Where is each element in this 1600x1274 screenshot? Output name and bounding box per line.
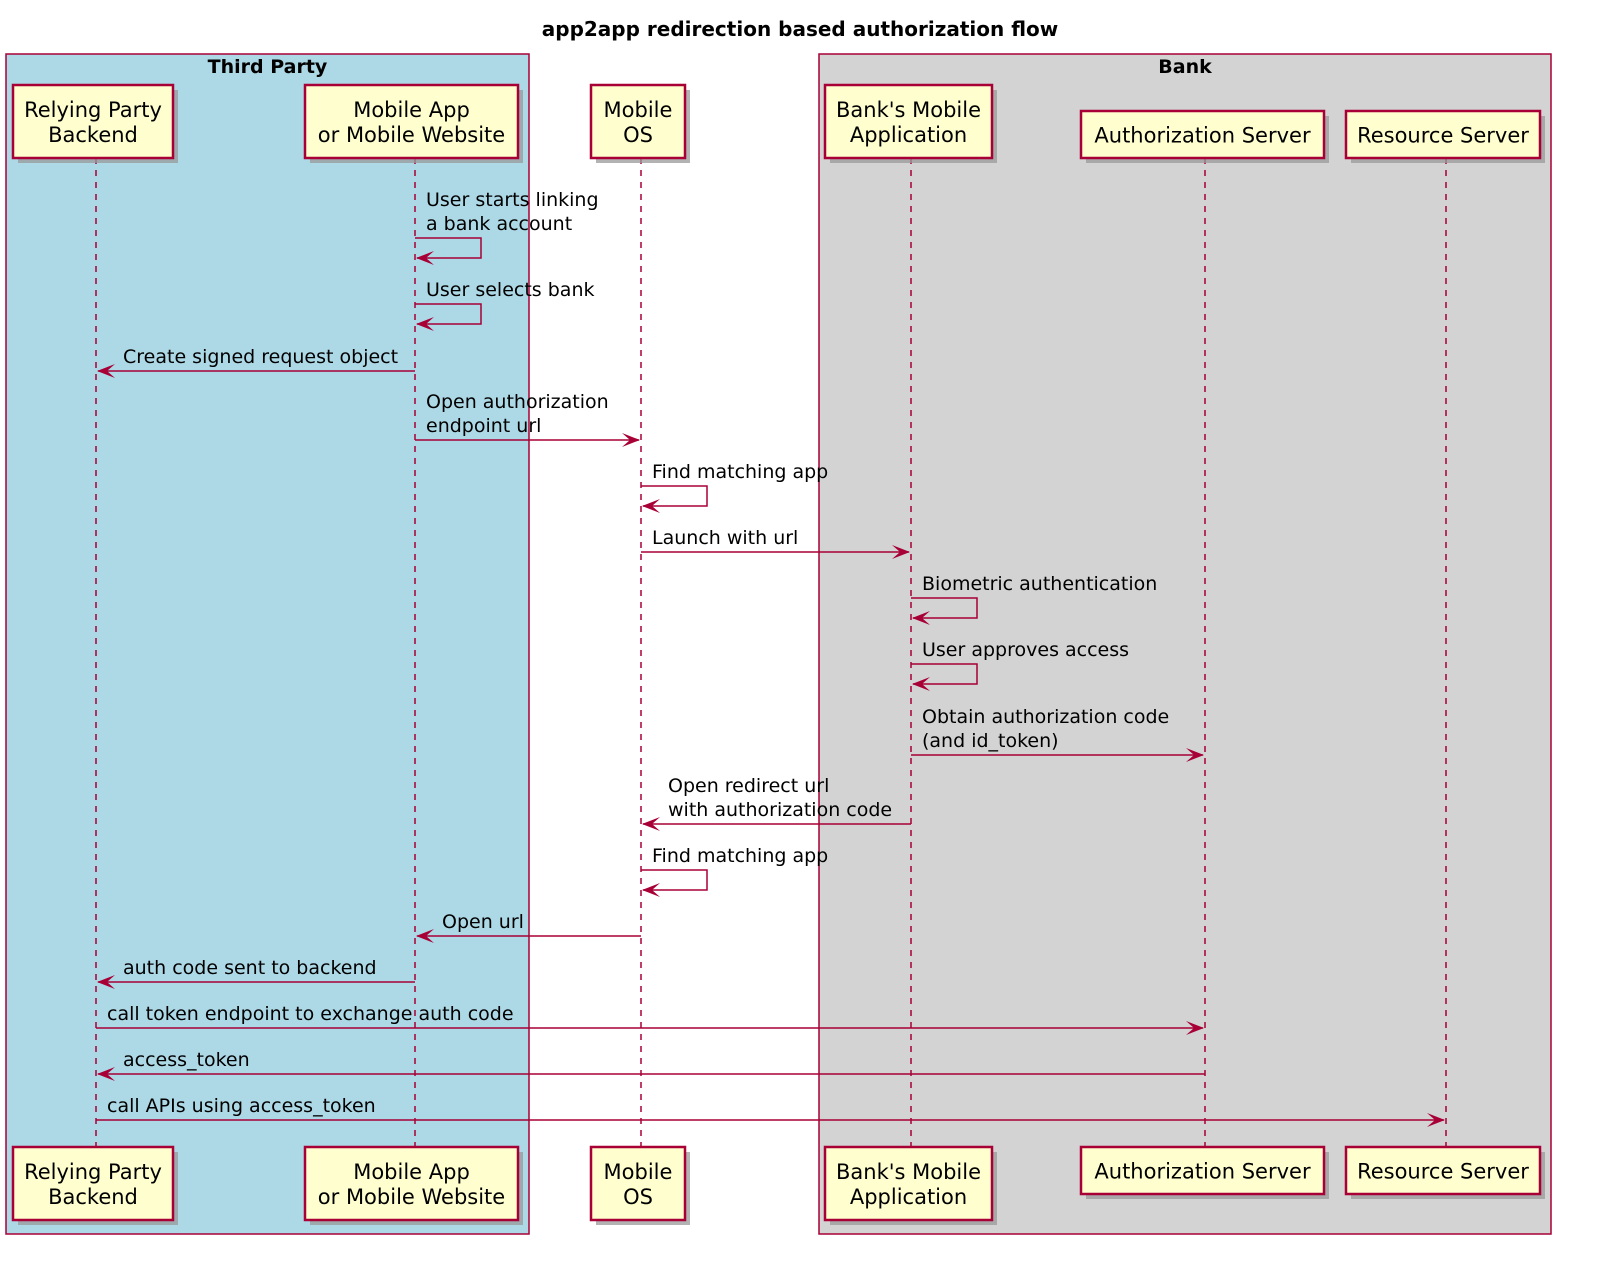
message-label: Obtain authorization code [922, 706, 1169, 728]
participant-label: Authorization Server [1094, 124, 1311, 148]
participant-label: Mobile App [353, 98, 470, 122]
participant-label: Backend [48, 123, 138, 147]
participant-label: Application [850, 1185, 967, 1209]
participant-label: Bank's Mobile [836, 98, 981, 122]
participant-auth-server-bottom: Authorization Server [1079, 1145, 1329, 1199]
message-label: User selects bank [426, 279, 595, 301]
participant-mobile-os-bottom: MobileOS [589, 1145, 690, 1225]
message-label: call token endpoint to exchange auth cod… [107, 1003, 514, 1025]
group-title: Bank [1158, 56, 1212, 78]
message-label: Find matching app [652, 845, 828, 867]
message-label: Create signed request object [123, 346, 398, 368]
message-label: a bank account [426, 213, 572, 235]
participant-label: or Mobile Website [318, 1185, 505, 1209]
message-label: Launch with url [652, 527, 798, 549]
message-label: Open authorization [426, 391, 609, 413]
diagram-title: app2app redirection based authorization … [542, 17, 1058, 41]
message-label: User starts linking [426, 189, 599, 211]
participant-bank-app-top: Bank's MobileApplication [823, 83, 997, 163]
participant-mobile-app-top: Mobile Appor Mobile Website [303, 83, 523, 163]
message-label: with authorization code [668, 799, 892, 821]
participant-resource-server-bottom: Resource Server [1344, 1145, 1545, 1199]
participant-bank-app-bottom: Bank's MobileApplication [823, 1145, 997, 1225]
participant-label: Bank's Mobile [836, 1160, 981, 1184]
participant-label: Mobile App [353, 1160, 470, 1184]
message-label: access_token [123, 1049, 250, 1071]
message-label: Biometric authentication [922, 573, 1157, 595]
participant-label: OS [623, 123, 653, 147]
participant-rp-backend-top: Relying PartyBackend [11, 83, 178, 163]
participant-label: Relying Party [24, 1160, 162, 1184]
message-label: endpoint url [426, 415, 541, 437]
message-label: call APIs using access_token [107, 1095, 376, 1117]
message: Find matching app [641, 461, 828, 513]
participant-label: Mobile [604, 1160, 673, 1184]
participant-label: OS [623, 1185, 653, 1209]
participant-label: Resource Server [1357, 1160, 1529, 1184]
participant-resource-server-top: Resource Server [1344, 109, 1545, 163]
participant-mobile-app-bottom: Mobile Appor Mobile Website [303, 1145, 523, 1225]
group-title: Third Party [208, 56, 328, 78]
participant-label: Mobile [604, 98, 673, 122]
message-label: Open url [442, 911, 524, 933]
participant-label: Relying Party [24, 98, 162, 122]
participant-label: or Mobile Website [318, 123, 505, 147]
message-label: User approves access [922, 639, 1129, 661]
participant-rp-backend-bottom: Relying PartyBackend [11, 1145, 178, 1225]
participant-label: Authorization Server [1094, 1160, 1311, 1184]
message-label: Open redirect url [668, 775, 829, 797]
message-label: Find matching app [652, 461, 828, 483]
participant-auth-server-top: Authorization Server [1079, 109, 1329, 163]
message: Find matching app [641, 845, 828, 897]
participant-label: Application [850, 123, 967, 147]
message-label: auth code sent to backend [123, 957, 377, 979]
message-label: (and id_token) [922, 730, 1059, 752]
participant-label: Resource Server [1357, 124, 1529, 148]
sequence-diagram: app2app redirection based authorization … [5, 17, 1552, 1235]
participant-mobile-os-top: MobileOS [589, 83, 690, 163]
participant-label: Backend [48, 1185, 138, 1209]
